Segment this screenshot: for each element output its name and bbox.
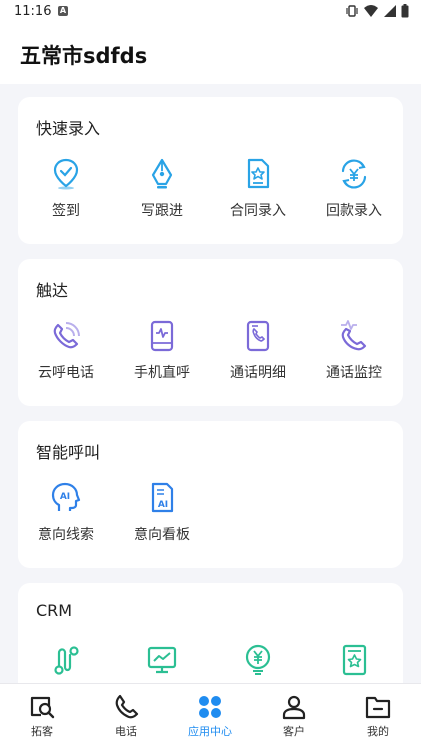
apps-icon	[199, 696, 221, 718]
ai-board-icon: AI	[151, 482, 174, 513]
svg-text:AI: AI	[158, 500, 168, 510]
cloud-call-icon	[53, 322, 80, 349]
section-reach: 触达 云呼电话 手机直呼 通话明细 通话监控	[18, 259, 403, 406]
nav-item-prospecting[interactable]: 拓客	[0, 694, 84, 739]
status-time: 11:16	[14, 4, 52, 19]
battery-icon	[401, 4, 409, 18]
tile-label: 意向线索	[38, 527, 94, 543]
tile-call-detail[interactable]: 通话明细	[210, 319, 306, 389]
star-doc-icon	[342, 644, 367, 676]
nav-label: 应用中心	[188, 725, 232, 738]
status-bar: 11:16 A	[0, 0, 421, 26]
header: 五常市sdfds	[0, 26, 421, 84]
user-icon	[282, 695, 306, 720]
tile-contract-entry[interactable]: 合同录入	[210, 157, 306, 227]
contract-icon	[247, 158, 270, 189]
nav-label: 电话	[115, 725, 137, 738]
svg-text:AI: AI	[60, 492, 70, 502]
status-icons	[345, 4, 409, 18]
tile-label: 通话监控	[326, 365, 382, 381]
tile-cloud-call[interactable]: 云呼电话	[18, 319, 114, 389]
page-title: 五常市sdfds	[20, 44, 148, 68]
section-title: 快速录入	[36, 119, 101, 138]
nav-label: 客户	[283, 725, 305, 738]
tile-label: 写跟进	[141, 203, 183, 219]
nav-item-app-center[interactable]: 应用中心	[168, 694, 252, 739]
monitor-chart-icon	[147, 646, 177, 674]
bottom-nav: 拓客 电话 应用中心 客户 我的	[0, 683, 421, 749]
tile-label: 合同录入	[230, 203, 286, 219]
section-smart-call: 智能呼叫 AI 意向线索 AI 意向看板	[18, 421, 403, 568]
search-box-icon	[30, 696, 55, 719]
signal-icon	[384, 5, 396, 17]
nav-label: 我的	[367, 725, 389, 738]
nav-label: 拓客	[31, 725, 53, 738]
tile-mobile-call[interactable]: 手机直呼	[114, 319, 210, 389]
section-title: 智能呼叫	[36, 443, 101, 462]
nav-item-phone[interactable]: 电话	[84, 694, 168, 739]
call-detail-icon	[246, 320, 270, 352]
section-quick-entry: 快速录入 签到 写跟进 合同录入 回款录入	[18, 97, 403, 244]
tile-label: 通话明细	[230, 365, 286, 381]
tile-label: 签到	[52, 203, 80, 219]
nav-item-customers[interactable]: 客户	[252, 694, 336, 739]
section-title: 触达	[36, 281, 69, 300]
location-check-icon	[53, 158, 79, 190]
tile-intent-leads[interactable]: AI 意向线索	[18, 481, 114, 551]
payment-return-icon	[341, 159, 367, 189]
tile-write-followup[interactable]: 写跟进	[114, 157, 210, 227]
yuan-bulb-icon	[245, 644, 271, 675]
tile-label: 云呼电话	[38, 365, 94, 381]
pen-nib-icon	[151, 158, 173, 189]
section-title: CRM	[36, 601, 73, 620]
call-monitor-icon	[341, 320, 367, 351]
phone-icon	[115, 694, 139, 719]
tile-sign-in[interactable]: 签到	[18, 157, 114, 227]
tile-intent-board[interactable]: AI 意向看板	[114, 481, 210, 551]
vibrate-icon	[346, 5, 358, 17]
flow-icon	[54, 646, 79, 675]
nav-item-mine[interactable]: 我的	[336, 694, 420, 739]
tile-label: 意向看板	[134, 527, 190, 543]
tile-payment-entry[interactable]: 回款录入	[306, 157, 402, 227]
notification-icon: A	[58, 6, 68, 16]
mobile-call-icon	[150, 320, 174, 352]
wifi-icon	[364, 5, 378, 17]
tile-call-monitor[interactable]: 通话监控	[306, 319, 402, 389]
ai-head-icon: AI	[51, 482, 81, 511]
folder-icon	[365, 696, 391, 719]
tile-label: 回款录入	[326, 203, 382, 219]
tile-label: 手机直呼	[134, 365, 190, 381]
